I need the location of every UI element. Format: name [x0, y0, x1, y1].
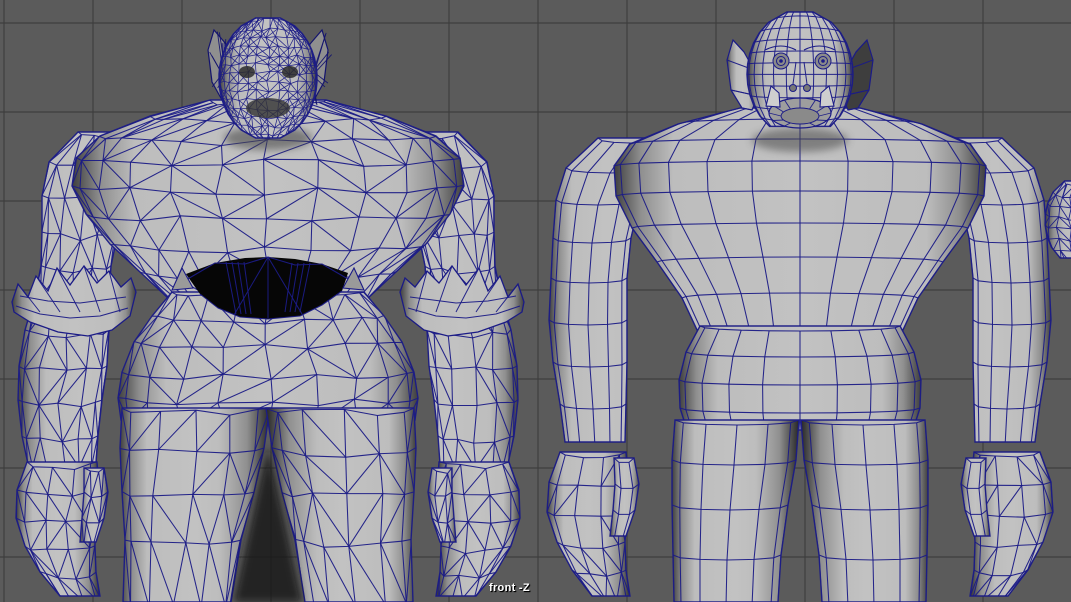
right-leg — [801, 420, 928, 602]
left-leg — [672, 420, 799, 602]
camera-label: front -Z — [489, 582, 530, 594]
model-orc-triangulated[interactable] — [12, 10, 524, 602]
clipped-mesh-right-edge[interactable] — [1045, 181, 1071, 265]
right-thumb — [961, 458, 990, 540]
model-orc-quads[interactable] — [547, 4, 1053, 602]
right-thumb — [428, 468, 456, 548]
hips — [679, 326, 921, 435]
3d-viewport[interactable]: front -Z — [0, 0, 1071, 602]
viewport-canvas — [0, 0, 1071, 602]
left-thumb — [80, 468, 108, 547]
clipped-blob — [1045, 181, 1071, 265]
head-quad — [747, 4, 853, 133]
left-thumb — [610, 458, 639, 540]
